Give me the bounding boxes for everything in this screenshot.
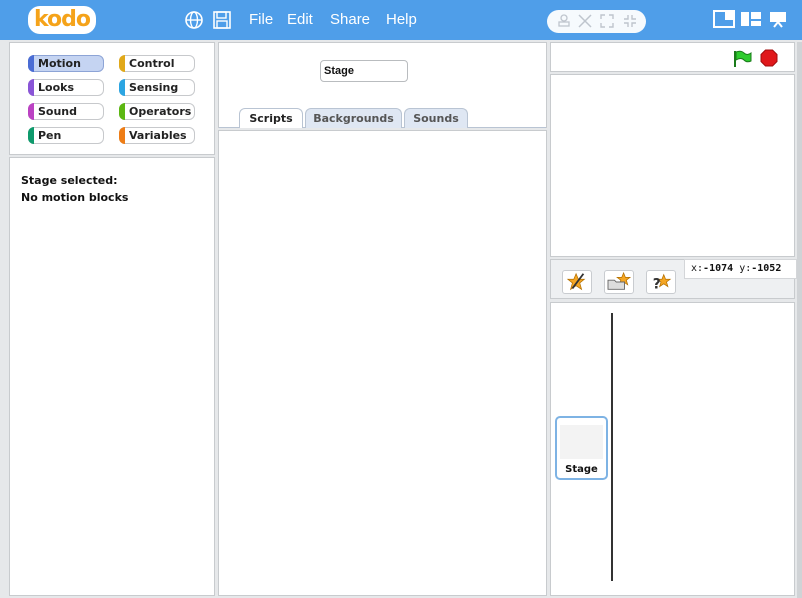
duplicate-stamp-icon[interactable] bbox=[556, 13, 572, 29]
tab-backgrounds[interactable]: Backgrounds bbox=[305, 108, 402, 128]
stage-thumbnail-image bbox=[560, 425, 603, 459]
green-flag-icon[interactable] bbox=[732, 49, 752, 69]
category-sensing[interactable]: Sensing bbox=[119, 79, 195, 96]
menu-edit[interactable]: Edit bbox=[287, 11, 313, 28]
coord-y-label: y: bbox=[739, 263, 752, 274]
delete-scissors-icon[interactable] bbox=[577, 13, 593, 29]
coord-x-label: x: bbox=[691, 263, 704, 274]
sprite-list-divider bbox=[611, 313, 613, 581]
category-motion[interactable]: Motion bbox=[28, 55, 104, 72]
stage-thumbnail[interactable]: Stage bbox=[555, 416, 608, 480]
category-color-bar bbox=[28, 103, 34, 120]
grow-icon[interactable] bbox=[599, 13, 615, 29]
object-name-field[interactable] bbox=[320, 60, 408, 82]
coord-x-value: -1074 bbox=[703, 263, 734, 274]
category-color-bar bbox=[119, 127, 125, 144]
menu-file[interactable]: File bbox=[249, 11, 273, 28]
stop-sign-icon[interactable] bbox=[760, 49, 778, 67]
choose-sprite-from-file-button[interactable] bbox=[604, 270, 634, 294]
stage-header bbox=[550, 42, 795, 72]
category-color-bar bbox=[28, 55, 34, 72]
menu-help[interactable]: Help bbox=[386, 11, 417, 28]
sprite-tools-group bbox=[547, 10, 646, 33]
kodo-logo: kodo bbox=[28, 6, 97, 34]
category-color-bar bbox=[119, 79, 125, 96]
top-bar: kodo File Edit Share Help bbox=[0, 0, 802, 40]
category-label: Pen bbox=[38, 129, 62, 142]
category-variables[interactable]: Variables bbox=[119, 127, 195, 144]
shrink-icon[interactable] bbox=[622, 13, 638, 29]
block-categories-panel: Motion Control Looks Sensing Sound Opera… bbox=[9, 42, 215, 155]
category-label: Control bbox=[129, 57, 175, 70]
stage-selected-text: Stage selected: bbox=[21, 174, 118, 187]
no-blocks-text: No motion blocks bbox=[21, 191, 129, 204]
save-icon[interactable] bbox=[212, 10, 232, 30]
category-operators[interactable]: Operators bbox=[119, 103, 195, 120]
category-color-bar bbox=[28, 127, 34, 144]
category-pen[interactable]: Pen bbox=[28, 127, 104, 144]
paint-new-sprite-button[interactable] bbox=[562, 270, 592, 294]
sprite-list[interactable]: Stage bbox=[550, 302, 795, 596]
blocks-info: Stage selected: No motion blocks bbox=[21, 172, 128, 206]
category-control[interactable]: Control bbox=[119, 55, 195, 72]
category-label: Operators bbox=[129, 105, 192, 118]
category-label: Motion bbox=[38, 57, 81, 70]
category-label: Looks bbox=[38, 81, 74, 94]
presentation-mode-icon[interactable] bbox=[767, 10, 789, 28]
category-color-bar bbox=[119, 55, 125, 72]
surprise-sprite-button[interactable]: ? bbox=[646, 270, 676, 294]
coord-y-value: -1052 bbox=[751, 263, 782, 274]
menu-share[interactable]: Share bbox=[330, 11, 370, 28]
window-scroll-edge bbox=[797, 42, 802, 598]
svg-text:?: ? bbox=[653, 276, 661, 292]
category-label: Variables bbox=[129, 129, 187, 142]
stage-thumbnail-label: Stage bbox=[565, 464, 598, 475]
category-color-bar bbox=[119, 103, 125, 120]
choose-sprite-from-file-icon bbox=[607, 271, 632, 290]
category-looks[interactable]: Looks bbox=[28, 79, 104, 96]
scripts-area[interactable] bbox=[218, 130, 547, 596]
category-color-bar bbox=[28, 79, 34, 96]
paint-new-sprite-icon bbox=[566, 272, 586, 291]
normal-layout-icon[interactable] bbox=[740, 10, 762, 28]
tab-sounds[interactable]: Sounds bbox=[404, 108, 468, 128]
globe-icon[interactable] bbox=[184, 10, 204, 30]
mouse-coordinates: x:-1074 y:-1052 bbox=[684, 259, 797, 279]
category-label: Sensing bbox=[129, 81, 179, 94]
category-sound[interactable]: Sound bbox=[28, 103, 104, 120]
small-stage-layout-icon[interactable] bbox=[713, 10, 735, 28]
category-label: Sound bbox=[38, 105, 78, 118]
stage-canvas[interactable] bbox=[550, 74, 795, 257]
tab-scripts[interactable]: Scripts bbox=[239, 108, 303, 128]
blocks-palette[interactable]: Stage selected: No motion blocks bbox=[9, 157, 215, 596]
random-surprise-sprite-icon: ? bbox=[653, 273, 672, 292]
object-header: Scripts Backgrounds Sounds bbox=[218, 42, 547, 128]
